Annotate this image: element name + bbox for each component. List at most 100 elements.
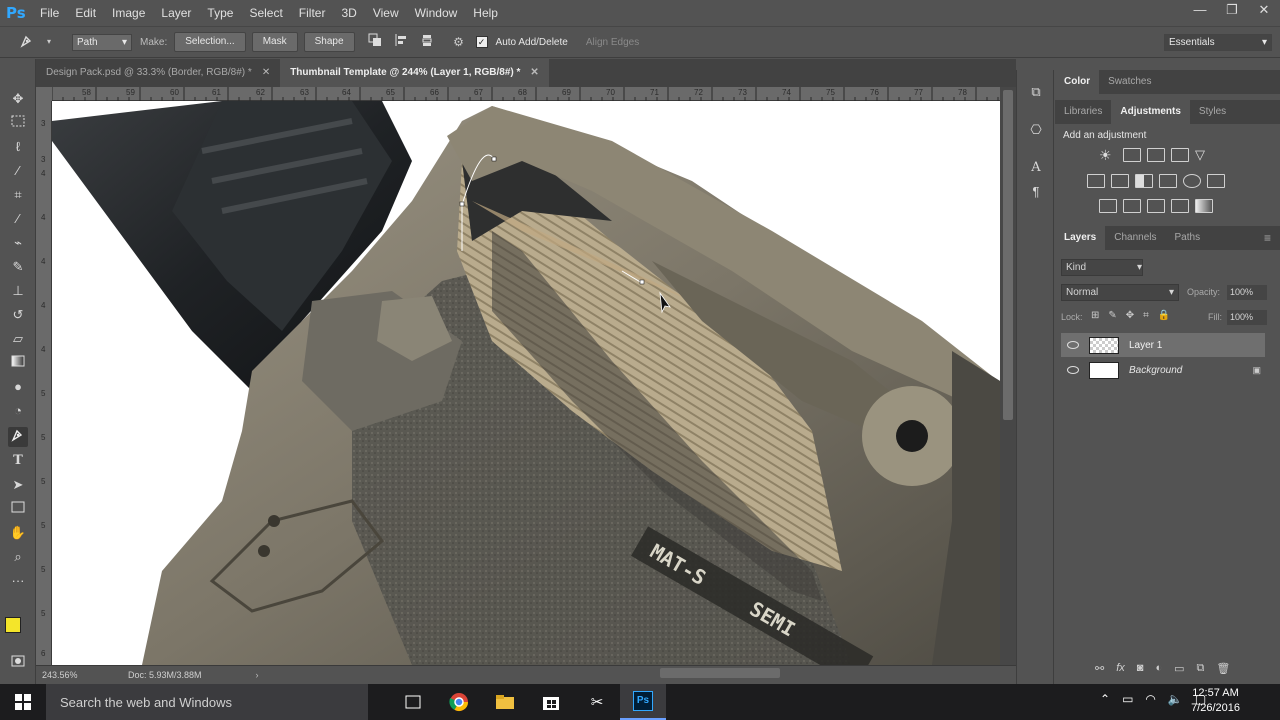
lock-options-icon[interactable]: ⊞✎✥⌗🔒 — [1091, 310, 1179, 321]
marquee-tool-icon[interactable] — [8, 113, 28, 133]
lasso-tool-icon[interactable]: ℓ — [8, 137, 28, 157]
fill-input[interactable]: 100% — [1227, 310, 1267, 325]
visibility-eye-icon[interactable] — [1067, 341, 1079, 349]
visibility-eye-icon[interactable] — [1067, 366, 1079, 374]
layer-style-icon[interactable]: fx — [1116, 662, 1125, 675]
photoshop-taskbar-icon[interactable]: Ps — [620, 684, 666, 720]
crop-tool-icon[interactable]: ⌗ — [8, 185, 28, 205]
clone-stamp-tool-icon[interactable]: ⊥ — [8, 281, 28, 301]
selective-color-icon[interactable] — [1195, 199, 1213, 213]
path-alignment-icon[interactable] — [392, 33, 410, 51]
zoom-tool-icon[interactable]: ⌕ — [8, 547, 28, 567]
menu-layer[interactable]: Layer — [153, 0, 199, 26]
levels-icon[interactable] — [1123, 148, 1141, 162]
vertical-scroll-thumb[interactable] — [1003, 90, 1013, 420]
tab-styles[interactable]: Styles — [1190, 100, 1235, 124]
tab-thumbnail-template[interactable]: Thumbnail Template @ 244% (Layer 1, RGB/… — [280, 59, 549, 87]
menu-window[interactable]: Window — [407, 0, 466, 26]
layer-row-background[interactable]: Background ▣ — [1061, 358, 1265, 382]
tab-paths[interactable]: Paths — [1166, 226, 1210, 250]
quick-selection-tool-icon[interactable]: ⁄ — [8, 161, 28, 181]
tab-design-pack[interactable]: Design Pack.psd @ 33.3% (Border, RGB/8#)… — [36, 59, 280, 87]
healing-brush-tool-icon[interactable]: ⌁ — [8, 233, 28, 253]
history-panel-icon[interactable]: ⧉ — [1026, 82, 1046, 102]
hand-tool-icon[interactable]: ✋ — [8, 523, 28, 543]
curves-icon[interactable] — [1147, 148, 1165, 162]
trash-icon[interactable]: 🗑 — [1216, 662, 1230, 675]
taskbar-clock[interactable]: 12:57 AM 7/26/2016 — [1191, 686, 1240, 716]
quick-mask-icon[interactable] — [8, 653, 28, 673]
chrome-icon[interactable] — [436, 684, 482, 720]
tab-swatches[interactable]: Swatches — [1099, 70, 1160, 94]
tab-channels[interactable]: Channels — [1105, 226, 1165, 250]
black-white-icon[interactable] — [1135, 174, 1153, 188]
move-tool-icon[interactable]: ✥ — [8, 89, 28, 109]
minimize-button[interactable]: — — [1184, 0, 1216, 22]
history-brush-tool-icon[interactable]: ↺ — [8, 305, 28, 325]
make-selection-button[interactable]: Selection... — [174, 32, 246, 52]
adjustment-layer-icon[interactable]: ◐ — [1155, 662, 1162, 675]
make-mask-button[interactable]: Mask — [251, 32, 298, 52]
path-selection-tool-icon[interactable]: ➤ — [8, 475, 28, 495]
task-view-icon[interactable] — [390, 684, 436, 720]
channel-mixer-icon[interactable] — [1183, 174, 1201, 188]
rectangle-tool-icon[interactable] — [8, 499, 28, 519]
menu-filter[interactable]: Filter — [291, 0, 334, 26]
volume-icon[interactable]: 🔈 — [1168, 692, 1183, 706]
exposure-icon[interactable] — [1171, 148, 1189, 162]
file-explorer-icon[interactable] — [482, 684, 528, 720]
pen-tool-icon[interactable] — [8, 427, 28, 447]
color-balance-icon[interactable] — [1111, 174, 1129, 188]
chevron-right-icon[interactable]: › — [256, 670, 259, 680]
make-shape-button[interactable]: Shape — [303, 32, 355, 52]
brush-tool-icon[interactable]: ✎ — [8, 257, 28, 277]
brush-settings-panel-icon[interactable]: ⎔ — [1026, 120, 1046, 140]
workspace-select[interactable]: Essentials ▾ — [1164, 33, 1272, 51]
threshold-icon[interactable] — [1147, 199, 1165, 213]
close-icon[interactable]: ✕ — [530, 59, 538, 87]
restore-button[interactable]: ❐ — [1216, 0, 1248, 22]
auto-add-delete-checkbox[interactable]: ✓ — [475, 36, 488, 48]
new-layer-icon[interactable]: ⧉ — [1197, 662, 1205, 675]
pen-tool-preset-icon[interactable] — [18, 33, 36, 51]
path-mode-select[interactable]: Path ▾ — [72, 33, 132, 51]
posterize-icon[interactable] — [1123, 199, 1141, 213]
ruler-corner[interactable] — [36, 87, 52, 101]
dodge-tool-icon[interactable]: ◔ — [8, 401, 28, 421]
ruler-top[interactable]: 58 59 60 61 62 63 64 65 66 67 68 69 70 7… — [52, 87, 1000, 101]
paragraph-panel-icon[interactable]: ¶ — [1026, 182, 1046, 202]
ruler-left[interactable]: 3 3 4 4 4 4 4 5 5 5 5 5 5 6 — [36, 101, 52, 665]
gear-icon[interactable]: ⚙ — [450, 33, 468, 51]
photo-filter-icon[interactable] — [1159, 174, 1177, 188]
new-group-icon[interactable]: ▭ — [1174, 662, 1184, 675]
path-arrangement-icon[interactable] — [418, 33, 436, 51]
hue-saturation-icon[interactable] — [1087, 174, 1105, 188]
close-button[interactable]: ✕ — [1248, 0, 1280, 22]
tab-adjustments[interactable]: Adjustments — [1111, 100, 1190, 124]
blend-mode-select[interactable]: Normal ▾ — [1061, 284, 1179, 301]
horizontal-scroll-thumb[interactable] — [660, 668, 780, 678]
gradient-tool-icon[interactable] — [8, 353, 28, 373]
close-icon[interactable]: ✕ — [262, 59, 270, 87]
wifi-icon[interactable]: ◠ — [1145, 692, 1155, 706]
chevron-down-icon[interactable]: ▾ — [44, 33, 54, 51]
invert-icon[interactable] — [1099, 199, 1117, 213]
menu-type[interactable]: Type — [199, 0, 241, 26]
vibrance-icon[interactable]: ▽ — [1195, 148, 1213, 162]
gradient-map-icon[interactable] — [1171, 199, 1189, 213]
snipping-tool-icon[interactable]: ✂ — [574, 684, 620, 720]
taskbar-search-input[interactable]: Search the web and Windows — [46, 684, 368, 720]
menu-edit[interactable]: Edit — [67, 0, 104, 26]
menu-view[interactable]: View — [365, 0, 407, 26]
menu-select[interactable]: Select — [241, 0, 290, 26]
type-tool-icon[interactable]: T — [8, 451, 28, 471]
windows-start-icon[interactable] — [0, 684, 46, 720]
menu-image[interactable]: Image — [104, 0, 153, 26]
chevron-up-icon[interactable]: ⌃ — [1100, 692, 1110, 706]
menu-help[interactable]: Help — [465, 0, 506, 26]
foreground-color-swatch[interactable] — [5, 617, 21, 633]
path-operations-icon[interactable] — [366, 33, 384, 51]
panel-menu-icon[interactable]: ≡ — [1255, 226, 1280, 250]
tab-layers[interactable]: Layers — [1055, 226, 1106, 250]
blur-tool-icon[interactable]: ● — [8, 377, 28, 397]
